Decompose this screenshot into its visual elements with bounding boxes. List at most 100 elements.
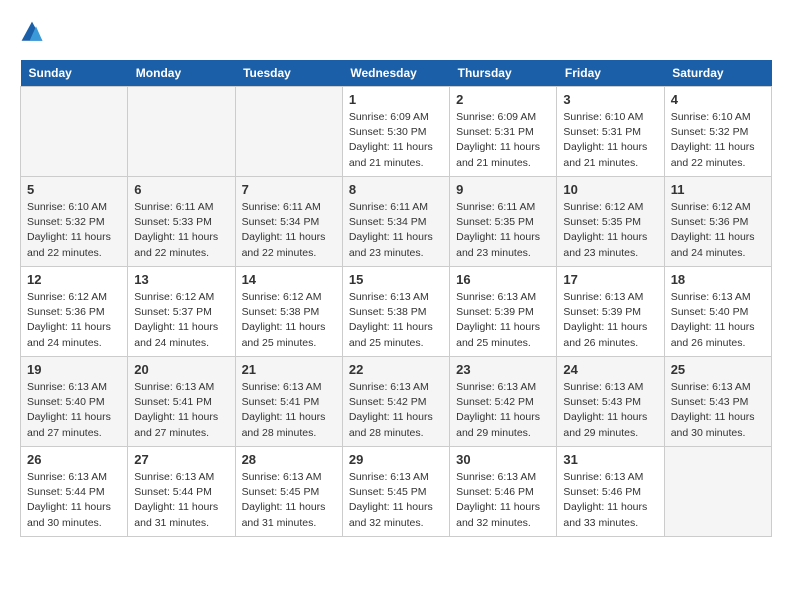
day-info: Sunrise: 6:13 AMSunset: 5:41 PMDaylight:…	[242, 380, 336, 441]
day-number: 9	[456, 182, 550, 197]
day-number: 21	[242, 362, 336, 377]
day-number: 28	[242, 452, 336, 467]
weekday-header-tuesday: Tuesday	[235, 60, 342, 87]
day-number: 16	[456, 272, 550, 287]
day-info: Sunrise: 6:13 AMSunset: 5:40 PMDaylight:…	[671, 290, 765, 351]
page-header	[20, 20, 772, 44]
weekday-header-row: SundayMondayTuesdayWednesdayThursdayFrid…	[21, 60, 772, 87]
calendar-week-row: 5Sunrise: 6:10 AMSunset: 5:32 PMDaylight…	[21, 177, 772, 267]
calendar-cell: 25Sunrise: 6:13 AMSunset: 5:43 PMDayligh…	[664, 357, 771, 447]
day-info: Sunrise: 6:10 AMSunset: 5:31 PMDaylight:…	[563, 110, 657, 171]
day-number: 10	[563, 182, 657, 197]
day-number: 2	[456, 92, 550, 107]
calendar-cell	[664, 447, 771, 537]
day-info: Sunrise: 6:11 AMSunset: 5:33 PMDaylight:…	[134, 200, 228, 261]
calendar-cell: 5Sunrise: 6:10 AMSunset: 5:32 PMDaylight…	[21, 177, 128, 267]
weekday-header-friday: Friday	[557, 60, 664, 87]
day-info: Sunrise: 6:13 AMSunset: 5:41 PMDaylight:…	[134, 380, 228, 441]
weekday-header-wednesday: Wednesday	[342, 60, 449, 87]
calendar-cell: 3 Sunrise: 6:10 AMSunset: 5:31 PMDaylight…	[557, 87, 664, 177]
weekday-header-monday: Monday	[128, 60, 235, 87]
day-number: 1	[349, 92, 443, 107]
day-number: 13	[134, 272, 228, 287]
day-info: Sunrise: 6:11 AMSunset: 5:34 PMDaylight:…	[242, 200, 336, 261]
day-info: Sunrise: 6:12 AMSunset: 5:38 PMDaylight:…	[242, 290, 336, 351]
day-info: Sunrise: 6:09 AMSunset: 5:30 PMDaylight:…	[349, 110, 443, 171]
weekday-header-sunday: Sunday	[21, 60, 128, 87]
day-info: Sunrise: 6:12 AMSunset: 5:35 PMDaylight:…	[563, 200, 657, 261]
day-info: Sunrise: 6:13 AMSunset: 5:38 PMDaylight:…	[349, 290, 443, 351]
day-number: 26	[27, 452, 121, 467]
calendar-cell: 18 Sunrise: 6:13 AMSunset: 5:40 PMDayligh…	[664, 267, 771, 357]
calendar-cell: 15 Sunrise: 6:13 AMSunset: 5:38 PMDayligh…	[342, 267, 449, 357]
day-number: 31	[563, 452, 657, 467]
calendar-cell: 10 Sunrise: 6:12 AMSunset: 5:35 PMDayligh…	[557, 177, 664, 267]
day-number: 5	[27, 182, 121, 197]
day-number: 23	[456, 362, 550, 377]
calendar-cell: 13 Sunrise: 6:12 AMSunset: 5:37 PMDayligh…	[128, 267, 235, 357]
logo-icon	[20, 20, 44, 44]
calendar-week-row: 26 Sunrise: 6:13 AMSunset: 5:44 PMDayligh…	[21, 447, 772, 537]
day-number: 15	[349, 272, 443, 287]
logo	[20, 20, 48, 44]
calendar-cell: 7 Sunrise: 6:11 AMSunset: 5:34 PMDaylight…	[235, 177, 342, 267]
calendar-cell: 26Sunrise: 6:13 AMSunset: 5:44 PMDayligh…	[21, 447, 128, 537]
day-number: 11	[671, 182, 765, 197]
weekday-header-thursday: Thursday	[450, 60, 557, 87]
calendar-week-row: 12Sunrise: 6:12 AMSunset: 5:36 PMDayligh…	[21, 267, 772, 357]
day-info: Sunrise: 6:12 AMSunset: 5:37 PMDaylight:…	[134, 290, 228, 351]
day-info: Sunrise: 6:13 AMSunset: 5:44 PMDaylight:…	[134, 470, 228, 531]
calendar-week-row: 19 Sunrise: 6:13 AMSunset: 5:40 PMDayligh…	[21, 357, 772, 447]
calendar-cell: 1 Sunrise: 6:09 AMSunset: 5:30 PMDaylight…	[342, 87, 449, 177]
day-number: 18	[671, 272, 765, 287]
day-number: 27	[134, 452, 228, 467]
day-number: 19	[27, 362, 121, 377]
day-number: 4	[671, 92, 765, 107]
calendar-cell: 23Sunrise: 6:13 AMSunset: 5:42 PMDayligh…	[450, 357, 557, 447]
day-number: 3	[563, 92, 657, 107]
calendar-cell: 20 Sunrise: 6:13 AMSunset: 5:41 PMDayligh…	[128, 357, 235, 447]
calendar-cell: 28 Sunrise: 6:13 AMSunset: 5:45 PMDayligh…	[235, 447, 342, 537]
calendar-cell: 31 Sunrise: 6:13 AMSunset: 5:46 PMDayligh…	[557, 447, 664, 537]
calendar-cell: 21 Sunrise: 6:13 AMSunset: 5:41 PMDayligh…	[235, 357, 342, 447]
calendar-cell: 9 Sunrise: 6:11 AMSunset: 5:35 PMDaylight…	[450, 177, 557, 267]
day-info: Sunrise: 6:12 AMSunset: 5:36 PMDaylight:…	[27, 290, 121, 351]
calendar-cell: 30Sunrise: 6:13 AMSunset: 5:46 PMDayligh…	[450, 447, 557, 537]
day-info: Sunrise: 6:13 AMSunset: 5:46 PMDaylight:…	[563, 470, 657, 531]
calendar-cell: 17Sunrise: 6:13 AMSunset: 5:39 PMDayligh…	[557, 267, 664, 357]
day-number: 8	[349, 182, 443, 197]
calendar-cell: 12Sunrise: 6:12 AMSunset: 5:36 PMDayligh…	[21, 267, 128, 357]
day-info: Sunrise: 6:13 AMSunset: 5:45 PMDaylight:…	[242, 470, 336, 531]
day-info: Sunrise: 6:10 AMSunset: 5:32 PMDaylight:…	[671, 110, 765, 171]
calendar-cell: 11 Sunrise: 6:12 AMSunset: 5:36 PMDayligh…	[664, 177, 771, 267]
calendar-cell: 27 Sunrise: 6:13 AMSunset: 5:44 PMDayligh…	[128, 447, 235, 537]
weekday-header-saturday: Saturday	[664, 60, 771, 87]
calendar-cell: 14 Sunrise: 6:12 AMSunset: 5:38 PMDayligh…	[235, 267, 342, 357]
day-info: Sunrise: 6:13 AMSunset: 5:46 PMDaylight:…	[456, 470, 550, 531]
calendar-cell: 2Sunrise: 6:09 AMSunset: 5:31 PMDaylight…	[450, 87, 557, 177]
day-number: 25	[671, 362, 765, 377]
calendar-cell: 8Sunrise: 6:11 AMSunset: 5:34 PMDaylight…	[342, 177, 449, 267]
day-info: Sunrise: 6:13 AMSunset: 5:42 PMDaylight:…	[349, 380, 443, 441]
day-number: 24	[563, 362, 657, 377]
day-number: 6	[134, 182, 228, 197]
day-info: Sunrise: 6:12 AMSunset: 5:36 PMDaylight:…	[671, 200, 765, 261]
calendar-cell: 29Sunrise: 6:13 AMSunset: 5:45 PMDayligh…	[342, 447, 449, 537]
calendar-cell: 16 Sunrise: 6:13 AMSunset: 5:39 PMDayligh…	[450, 267, 557, 357]
day-info: Sunrise: 6:13 AMSunset: 5:39 PMDaylight:…	[456, 290, 550, 351]
calendar-cell	[21, 87, 128, 177]
day-number: 14	[242, 272, 336, 287]
calendar-cell: 19 Sunrise: 6:13 AMSunset: 5:40 PMDayligh…	[21, 357, 128, 447]
calendar-cell	[128, 87, 235, 177]
day-number: 7	[242, 182, 336, 197]
calendar-cell: 6 Sunrise: 6:11 AMSunset: 5:33 PMDaylight…	[128, 177, 235, 267]
calendar-cell: 24 Sunrise: 6:13 AMSunset: 5:43 PMDayligh…	[557, 357, 664, 447]
day-info: Sunrise: 6:13 AMSunset: 5:40 PMDaylight:…	[27, 380, 121, 441]
day-number: 22	[349, 362, 443, 377]
day-info: Sunrise: 6:13 AMSunset: 5:43 PMDaylight:…	[563, 380, 657, 441]
day-number: 29	[349, 452, 443, 467]
day-number: 20	[134, 362, 228, 377]
day-info: Sunrise: 6:11 AMSunset: 5:35 PMDaylight:…	[456, 200, 550, 261]
day-info: Sunrise: 6:13 AMSunset: 5:39 PMDaylight:…	[563, 290, 657, 351]
calendar-cell	[235, 87, 342, 177]
